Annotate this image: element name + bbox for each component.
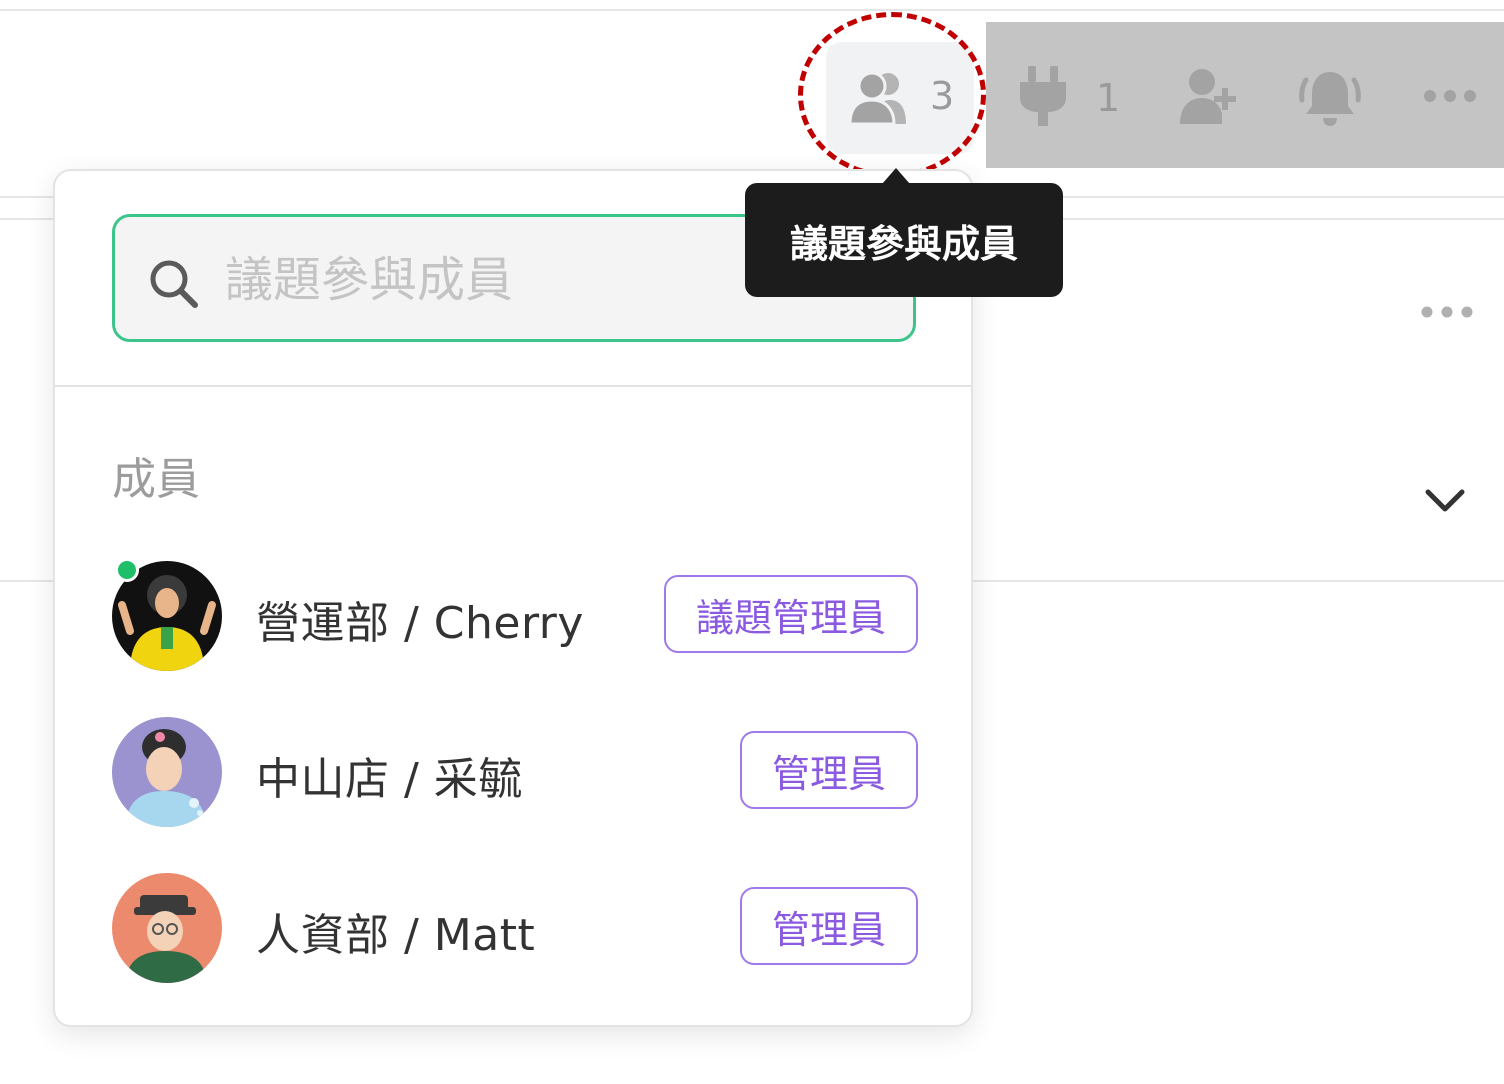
role-badge: 管理員 <box>739 887 918 965</box>
section-title: 成員 <box>112 454 200 505</box>
search-divider <box>55 385 971 387</box>
user-plus-icon[interactable] <box>1178 66 1240 126</box>
member-name: 中山店 / 采毓 <box>256 754 523 805</box>
highlight-annotation <box>798 12 986 178</box>
members-tooltip: 議題參與成員 <box>745 183 1063 297</box>
member-name: 人資部 / Matt <box>256 910 536 961</box>
chevron-down-icon[interactable] <box>1424 486 1466 516</box>
members-dropdown: 成員 營運部 / Cherry 議題管理員 <box>53 169 973 1027</box>
bell-ringing-icon[interactable] <box>1298 66 1362 128</box>
avatar <box>112 873 222 983</box>
plugins-count: 1 <box>1096 76 1121 120</box>
plug-icon[interactable] <box>1018 64 1068 128</box>
item-more-icon[interactable] <box>1418 302 1476 322</box>
member-search-input[interactable] <box>223 241 787 319</box>
member-row[interactable]: 人資部 / Matt 管理員 <box>112 873 918 983</box>
member-row[interactable]: 中山店 / 采毓 管理員 <box>112 717 918 827</box>
more-horizontal-icon[interactable] <box>1422 86 1478 106</box>
member-name: 營運部 / Cherry <box>256 598 584 649</box>
top-border <box>0 9 1504 11</box>
search-icon <box>150 260 198 308</box>
role-badge: 管理員 <box>739 731 918 809</box>
tooltip-arrow <box>882 168 910 184</box>
online-status-dot <box>115 558 139 582</box>
avatar <box>112 717 222 827</box>
role-badge: 議題管理員 <box>663 575 918 653</box>
member-row[interactable]: 營運部 / Cherry 議題管理員 <box>112 558 918 671</box>
